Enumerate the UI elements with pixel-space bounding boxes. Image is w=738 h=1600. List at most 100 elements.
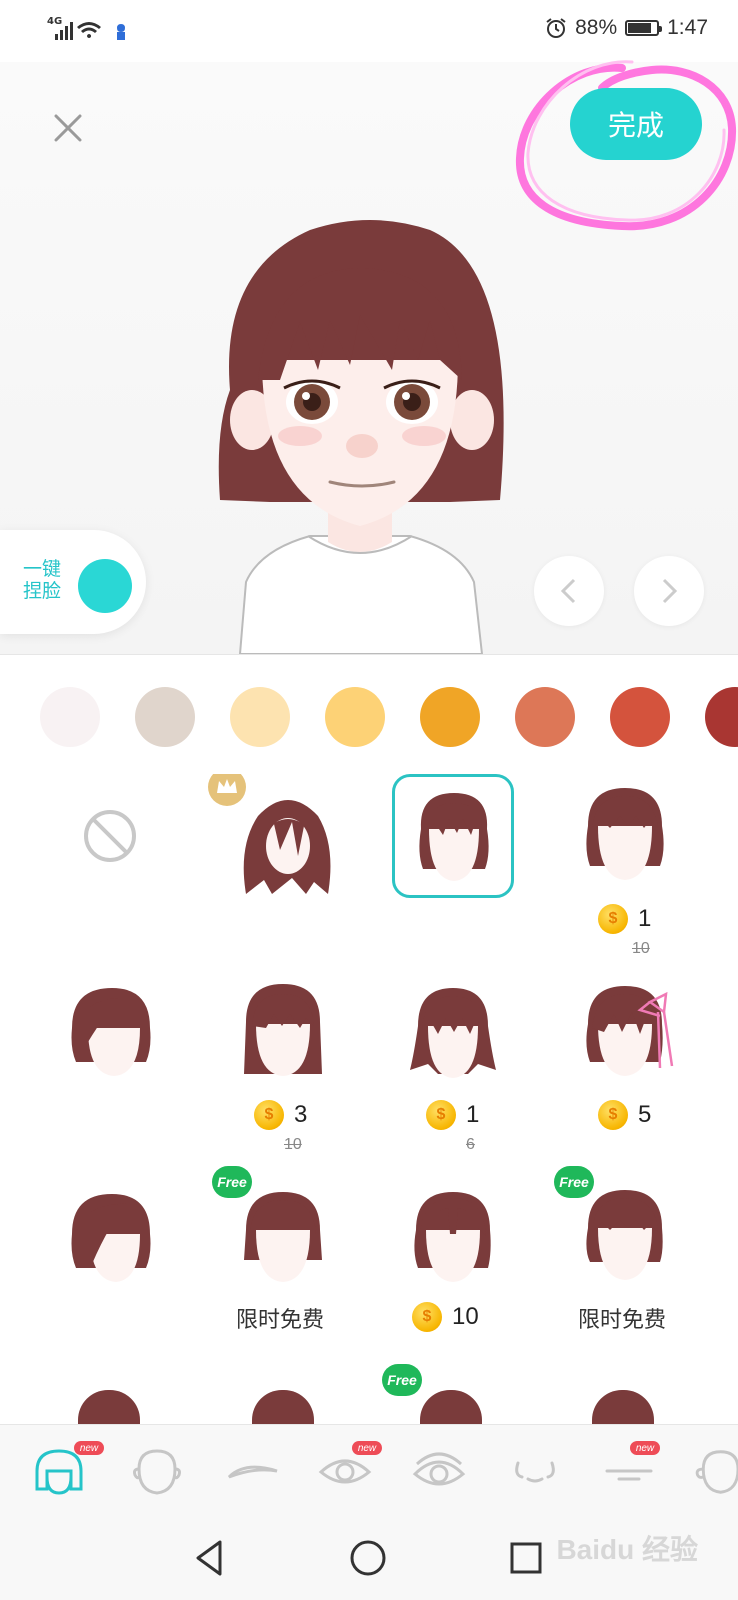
back-button[interactable] — [190, 1536, 234, 1580]
price-value: 1 — [466, 1101, 480, 1128]
hair-blunt-bob-icon — [244, 1192, 322, 1282]
hairstyle-layered-bob[interactable]: $ 1 6 — [378, 974, 528, 1164]
hairstyle-bob-bangs-selected[interactable] — [392, 774, 514, 898]
done-button[interactable]: 完成 — [570, 88, 702, 160]
ear-icon — [695, 1450, 738, 1494]
new-badge: new — [74, 1441, 104, 1455]
close-icon — [54, 114, 82, 142]
status-right: 88% 1:47 — [545, 16, 708, 40]
alarm-icon — [546, 18, 566, 38]
tab-nose[interactable] — [500, 1437, 570, 1507]
none-icon — [84, 810, 136, 862]
signal-icon — [55, 22, 125, 40]
tab-hair[interactable]: new — [24, 1437, 104, 1507]
hairstyle-partial[interactable] — [592, 1390, 654, 1424]
crown-icon — [217, 779, 237, 793]
mouth-icon — [605, 1469, 653, 1481]
swatch-6[interactable] — [610, 687, 670, 747]
price-tag: $ 1 — [598, 904, 651, 934]
hairstyle-partial[interactable] — [420, 1390, 482, 1424]
swatch-0[interactable] — [40, 687, 100, 747]
close-button[interactable] — [48, 108, 88, 148]
swatch-7[interactable] — [705, 687, 738, 747]
coin-icon: $ — [598, 1100, 628, 1130]
hairstyle-side-swept-bob[interactable] — [36, 1178, 186, 1328]
price-tag: $ 3 — [254, 1100, 307, 1130]
watermark: Baidu 经验 — [556, 1534, 698, 1565]
hairstyle-partial[interactable] — [252, 1390, 314, 1424]
hairstyle-bob-short-bangs[interactable]: $ 1 10 — [550, 774, 700, 964]
hairstyle-none[interactable] — [36, 774, 186, 894]
limited-free-label: 限时免费 — [578, 1308, 667, 1333]
hair-side-part-bob-icon — [71, 988, 151, 1076]
swatch-5[interactable] — [515, 687, 575, 747]
hairstyle-grid: $ 1 10 $ 3 10 $ 1 6 $ 5 Free 限时免费 $ 10 F… — [0, 774, 738, 1424]
eyebrow-icon — [227, 1465, 278, 1479]
coin-icon: $ — [598, 904, 628, 934]
tab-mouth[interactable]: new — [594, 1437, 664, 1507]
swatch-4[interactable] — [420, 687, 480, 747]
tab-face[interactable] — [122, 1437, 192, 1507]
previous-button[interactable] — [534, 556, 604, 626]
price-tag: $ 5 — [598, 1100, 651, 1130]
hair-center-part-bob-icon — [414, 1192, 491, 1282]
pinch-face-dot — [78, 559, 132, 613]
price-tag: $ 1 — [426, 1100, 479, 1130]
hairstyle-center-part-bob[interactable]: $ 10 — [378, 1178, 528, 1338]
new-badge: new — [352, 1441, 382, 1455]
hair-long-wavy-icon — [243, 800, 331, 894]
tab-eye[interactable]: new — [310, 1437, 382, 1507]
home-circle-icon — [350, 1540, 386, 1576]
coin-icon: $ — [426, 1100, 456, 1130]
new-badge: new — [630, 1441, 660, 1455]
hairstyle-long-wavy[interactable] — [208, 774, 358, 904]
hairstyle-straight-bob[interactable]: $ 3 10 — [208, 974, 358, 1164]
pinch-face-label-line2: 捏脸 — [22, 580, 61, 602]
price-tag: $ 10 — [412, 1302, 479, 1332]
swatch-3[interactable] — [325, 687, 385, 747]
battery-icon — [625, 20, 663, 36]
limited-free-label: 限时免费 — [236, 1308, 325, 1333]
eye-icon — [318, 1459, 372, 1484]
battery-level — [628, 23, 652, 33]
tab-ear[interactable] — [684, 1437, 738, 1507]
pinch-face-label-line1: 一键 — [22, 558, 61, 580]
recents-button[interactable] — [504, 1536, 548, 1580]
network-indicator: 4G — [47, 16, 125, 40]
free-badge: Free — [382, 1364, 422, 1396]
chevron-right-icon — [662, 578, 678, 604]
home-button[interactable] — [346, 1536, 390, 1580]
battery-percent: 88% — [575, 16, 618, 39]
hair-bob-ribbon-icon — [586, 986, 674, 1076]
clock: 1:47 — [667, 16, 708, 39]
hairstyle-side-part-bob[interactable] — [36, 974, 186, 1154]
avatar-preview — [218, 220, 504, 654]
swatch-2[interactable] — [230, 687, 290, 747]
chevron-left-icon — [560, 578, 576, 604]
tab-eyebrow[interactable] — [218, 1437, 288, 1507]
hair-color-swatches — [0, 654, 738, 775]
hairstyle-partial[interactable] — [78, 1390, 140, 1424]
swatch-1[interactable] — [135, 687, 195, 747]
hairstyle-choppy-bob[interactable]: Free 限时免费 — [550, 1166, 700, 1338]
coin-icon: $ — [412, 1302, 442, 1332]
pinch-face-label: 一键 捏脸 — [14, 558, 70, 602]
tab-eye-detail[interactable] — [404, 1437, 474, 1507]
next-button[interactable] — [634, 556, 704, 626]
old-price: 10 — [632, 940, 650, 957]
hair-straight-bob-icon — [244, 984, 322, 1076]
eye-detail-icon — [412, 1452, 466, 1486]
old-price: 6 — [466, 1136, 475, 1153]
hairstyle-bob-ribbon[interactable]: $ 5 — [550, 974, 700, 1164]
price-value: 3 — [294, 1101, 308, 1128]
hairstyle-blunt-bob[interactable]: Free 限时免费 — [208, 1166, 358, 1338]
hair-side-swept-bob-icon — [71, 1194, 151, 1282]
hair-choppy-bob-icon — [586, 1190, 663, 1280]
price-value: 10 — [452, 1303, 479, 1330]
feature-tab-bar: new new new — [0, 1424, 738, 1517]
face-icon — [133, 1449, 181, 1495]
back-triangle-icon — [196, 1540, 222, 1576]
hair-bob-short-bangs-icon — [586, 788, 664, 880]
recents-square-icon — [510, 1542, 542, 1574]
nose-icon — [515, 1461, 555, 1483]
